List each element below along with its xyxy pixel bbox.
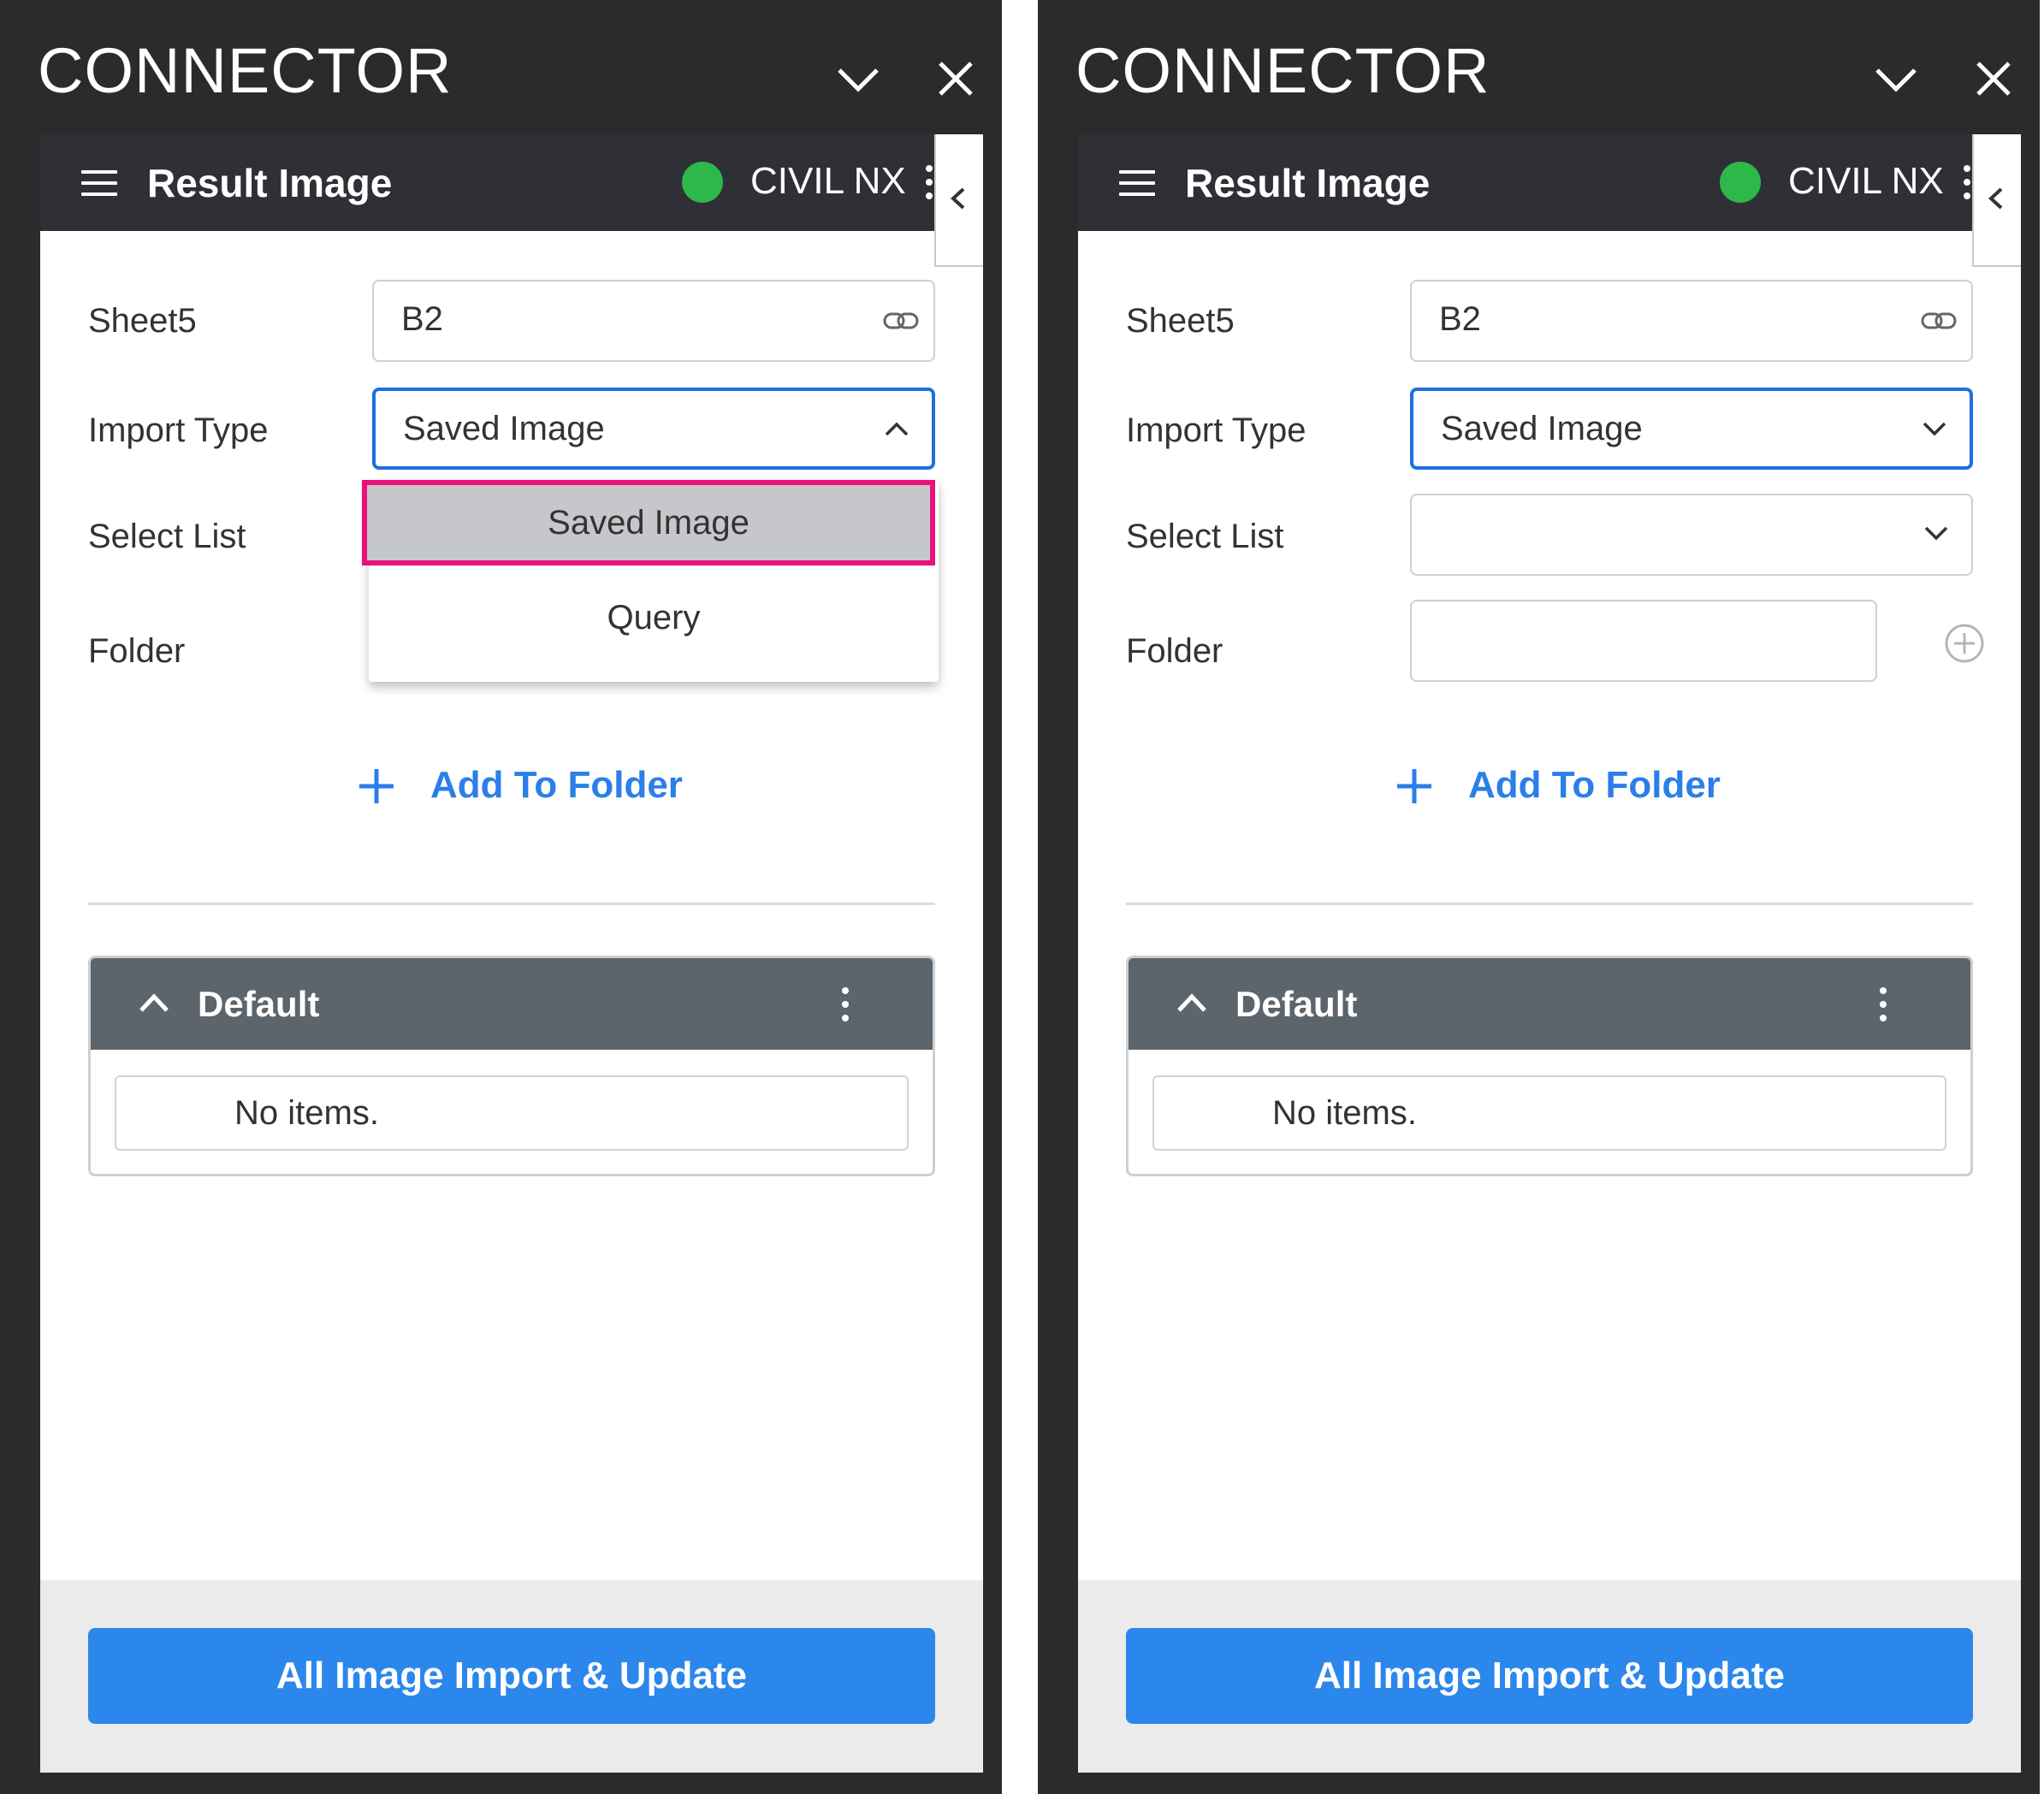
sheet-cell-value: B2 [1439,300,1481,339]
import-type-select[interactable]: Saved Image [1410,388,1973,470]
collapse-chevron-icon[interactable] [834,62,882,96]
import-type-dropdown: Saved Image Query [369,480,939,682]
group-kebab-icon[interactable] [841,987,850,1025]
link-icon[interactable] [882,309,920,333]
dropdown-option-query[interactable]: Query [369,581,939,654]
hamburger-icon[interactable] [1119,170,1155,196]
all-image-import-update-button[interactable]: All Image Import & Update [1126,1628,1973,1724]
dropdown-option-saved-image[interactable]: Saved Image [362,480,935,565]
close-icon[interactable] [1973,58,2014,99]
side-collapse-tab[interactable] [934,134,983,267]
divider [1126,903,1973,905]
panel-header: Result Image CIVIL NX [40,134,934,231]
footer: All Image Import & Update [1078,1580,2021,1773]
sheet-cell-input[interactable]: B2 [1410,280,1973,362]
panel-title: Result Image [1185,160,1430,206]
sheet-label: Sheet5 [1126,302,1235,340]
folder-group: Default No items. [88,956,935,1176]
link-icon[interactable] [1920,309,1958,333]
empty-list-text: No items. [1272,1094,1417,1133]
import-type-label: Import Type [1126,411,1306,450]
add-to-folder-label: Add To Folder [430,764,683,807]
group-header[interactable]: Default [91,958,933,1050]
import-type-select[interactable]: Saved Image [372,388,935,470]
panel-header: Result Image CIVIL NX [1078,134,1972,231]
app-title: CONNECTOR [38,34,453,107]
add-to-folder-label: Add To Folder [1468,764,1721,807]
group-kebab-icon[interactable] [1879,987,1887,1025]
chevron-down-icon [1922,420,1947,437]
sheet-cell-value: B2 [401,300,443,339]
import-type-value: Saved Image [1441,410,1643,448]
connector-body: Result Image CIVIL NX Sheet5 B2 Import T… [40,134,983,1773]
connector-panel-left: CONNECTOR Result Image CIVIL NX Sheet5 B… [0,0,1002,1794]
chevron-down-icon [1923,524,1949,542]
add-circle-icon[interactable] [1943,622,1986,665]
collapse-chevron-icon[interactable] [1872,62,1920,96]
all-image-import-update-button[interactable]: All Image Import & Update [88,1628,935,1724]
chevron-up-icon [884,420,909,437]
header-kebab-icon[interactable] [924,165,934,203]
group-title: Default [198,984,319,1025]
panel-title: Result Image [147,160,392,206]
empty-list: No items. [1152,1075,1946,1151]
sheet-cell-input[interactable]: B2 [372,280,935,362]
chevron-up-icon[interactable] [1176,992,1207,1013]
folder-input[interactable] [1410,600,1877,682]
chevron-left-icon [1986,186,2006,211]
connection-status-icon [682,162,723,203]
group-header[interactable]: Default [1129,958,1970,1050]
connector-panel-right: CONNECTOR Result Image CIVIL NX Sheet5 B… [1038,0,2040,1794]
select-list-label: Select List [1126,518,1284,556]
connected-app-label: CIVIL NX [1788,160,1944,203]
divider [88,903,935,905]
empty-list: No items. [115,1075,909,1151]
side-collapse-tab[interactable] [1972,134,2021,267]
sheet-label: Sheet5 [88,302,197,340]
plus-icon [358,767,395,805]
connector-body: Result Image CIVIL NX Sheet5 B2 Import T… [1078,134,2021,1773]
group-title: Default [1235,984,1357,1025]
app-title: CONNECTOR [1075,34,1490,107]
empty-list-text: No items. [234,1094,379,1133]
chevron-left-icon [948,186,969,211]
import-type-label: Import Type [88,411,268,450]
import-type-value: Saved Image [403,410,605,448]
folder-group: Default No items. [1126,956,1973,1176]
folder-label: Folder [88,632,185,671]
hamburger-icon[interactable] [81,170,117,196]
plus-icon [1395,767,1433,805]
select-list-label: Select List [88,518,246,556]
footer: All Image Import & Update [40,1580,983,1773]
close-icon[interactable] [935,58,976,99]
connected-app-label: CIVIL NX [750,160,906,203]
chevron-up-icon[interactable] [139,992,169,1013]
select-list-select[interactable] [1410,494,1973,576]
header-kebab-icon[interactable] [1962,165,1972,203]
connection-status-icon [1720,162,1761,203]
folder-label: Folder [1126,632,1223,671]
